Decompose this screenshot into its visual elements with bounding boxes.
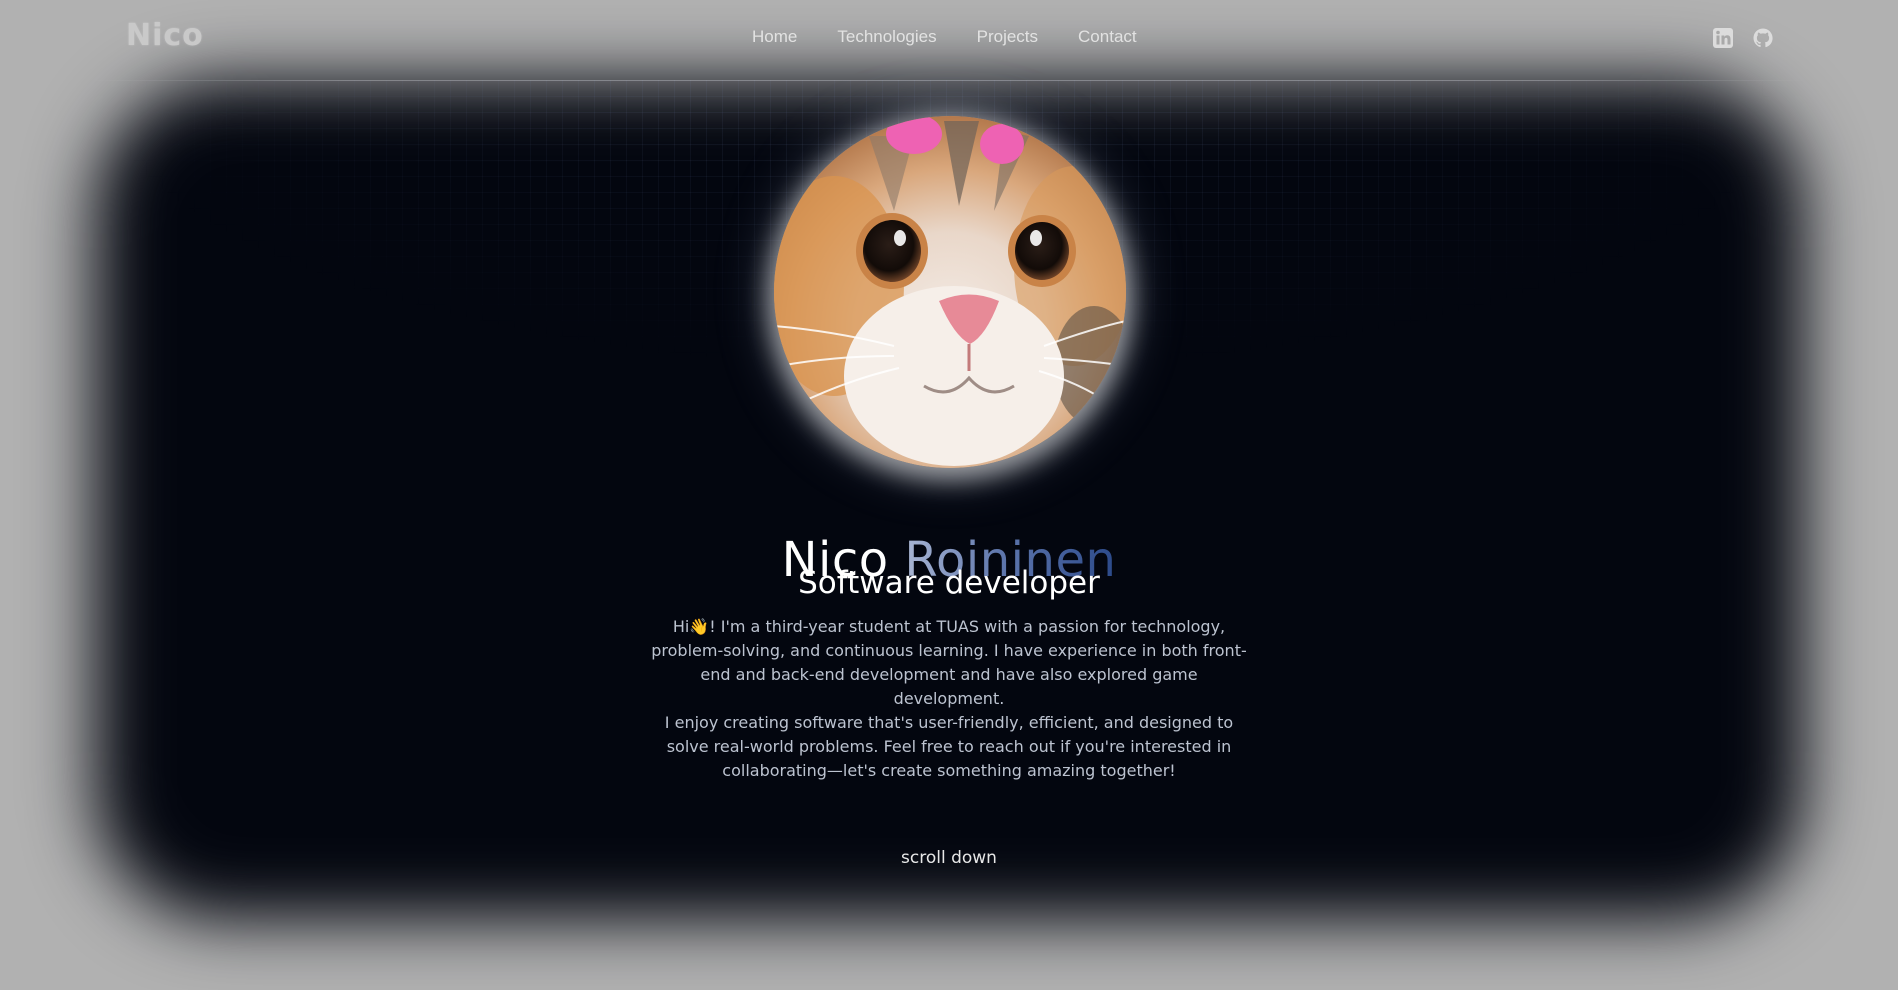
top-nav: Nico Home Technologies Projects Contact bbox=[0, 0, 1898, 80]
role-title: Software developer bbox=[798, 565, 1100, 601]
avatar bbox=[774, 116, 1126, 468]
bio-paragraph: Hi👋! I'm a third-year student at TUAS wi… bbox=[651, 617, 1247, 708]
bio: Hi👋! I'm a third-year student at TUAS wi… bbox=[644, 615, 1254, 783]
nav-link-technologies[interactable]: Technologies bbox=[837, 27, 936, 47]
logo[interactable]: Nico bbox=[126, 18, 204, 53]
nav-divider bbox=[90, 80, 1808, 81]
bio-paragraph: I enjoy creating software that's user-fr… bbox=[664, 713, 1234, 780]
nav-links: Home Technologies Projects Contact bbox=[752, 27, 1137, 47]
nav-link-home[interactable]: Home bbox=[752, 27, 797, 47]
github-icon[interactable] bbox=[1752, 27, 1774, 49]
scroll-down-link[interactable]: scroll down bbox=[0, 848, 1898, 868]
nav-link-projects[interactable]: Projects bbox=[977, 27, 1038, 47]
nav-link-contact[interactable]: Contact bbox=[1078, 27, 1137, 47]
cat-photo bbox=[774, 116, 1126, 468]
logo-text: Nico bbox=[126, 18, 204, 53]
linkedin-icon[interactable] bbox=[1712, 27, 1734, 49]
page: Nico Home Technologies Projects Contact bbox=[0, 0, 1898, 990]
